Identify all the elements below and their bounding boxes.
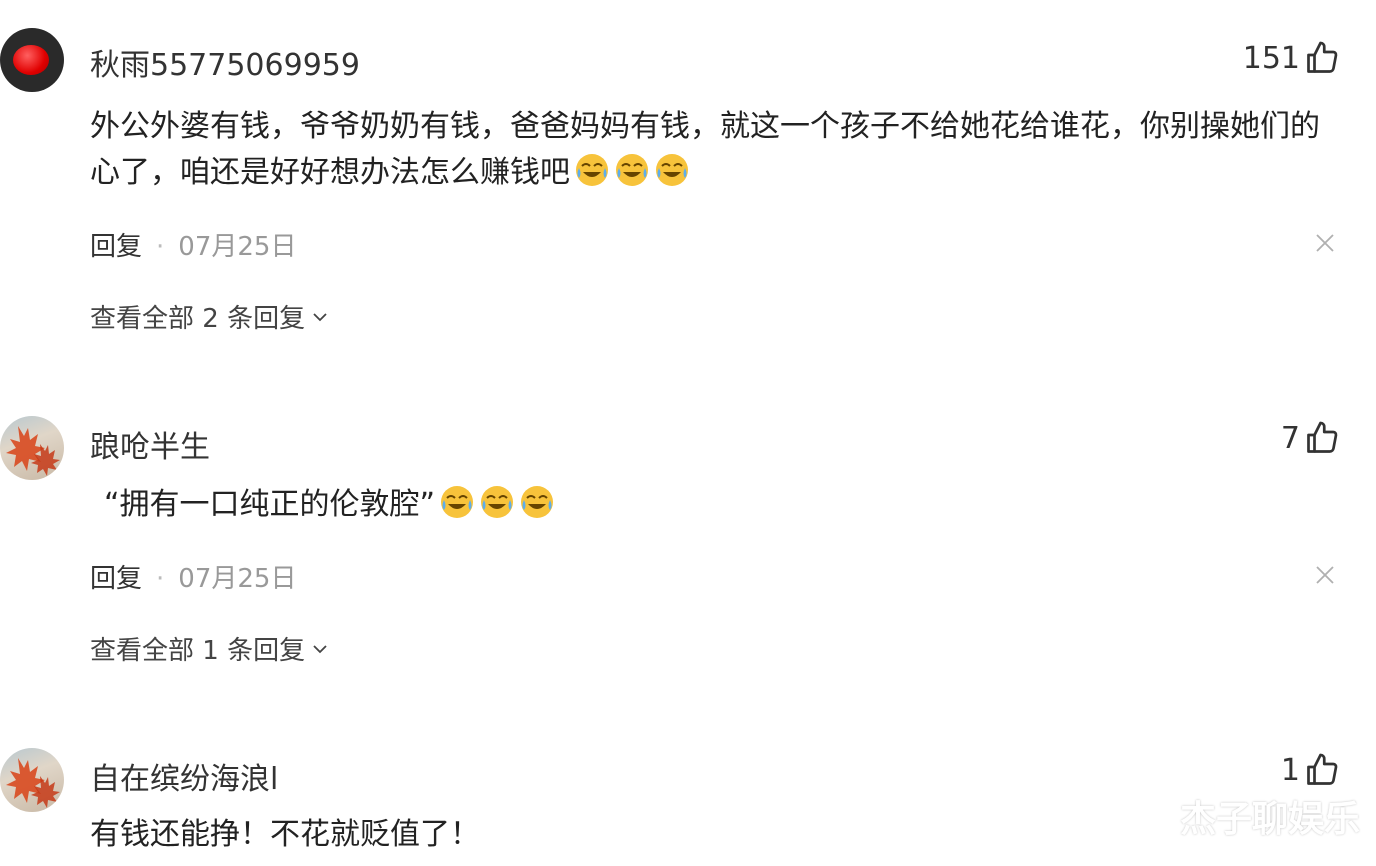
maple-leaf-icon	[6, 758, 60, 808]
view-all-replies-label: 查看全部 2 条回复	[90, 304, 306, 334]
comment-text: 外公外婆有钱，爷爷奶奶有钱，爸爸妈妈有钱，就这一个孩子不给她花给谁花，你别操她们…	[90, 104, 1340, 196]
chevron-down-icon	[313, 312, 327, 321]
crying-laughing-emoji-icon	[576, 154, 608, 186]
like-count: 7	[1280, 420, 1300, 456]
comment-text-content: “拥有一口纯正的伦敦腔”	[104, 487, 436, 522]
comment-date: 07月25日	[178, 564, 297, 594]
crying-laughing-emoji-icon	[616, 154, 648, 186]
comment-text: 有钱还能挣！不花就贬值了！	[90, 812, 1340, 858]
like-count: 1	[1280, 752, 1300, 788]
username[interactable]: 踉呛半生	[90, 422, 210, 466]
separator-dot: ·	[156, 564, 165, 594]
like-count: 151	[1242, 40, 1300, 76]
chevron-down-icon	[313, 644, 327, 653]
thumbs-up-icon	[1307, 753, 1338, 785]
crying-laughing-emoji-icon	[441, 486, 474, 518]
comment-meta: 回复 · 07月25日	[90, 558, 296, 595]
username[interactable]: 秋雨55775069959	[90, 40, 360, 84]
user-avatar[interactable]	[0, 416, 64, 480]
thumbs-up-icon	[1307, 41, 1338, 73]
watermark: 杰子聊娱乐	[1179, 799, 1360, 840]
comment-meta: 回复 · 07月25日	[90, 226, 296, 263]
reply-button[interactable]: 回复	[90, 564, 142, 594]
username[interactable]: 自在缤纷海浪l	[90, 754, 278, 798]
user-avatar[interactable]	[0, 28, 64, 92]
reply-button[interactable]: 回复	[90, 232, 142, 262]
crying-laughing-emoji-icon	[656, 154, 688, 186]
comment-date: 07月25日	[178, 232, 297, 262]
close-icon[interactable]	[1314, 232, 1336, 254]
view-all-replies-label: 查看全部 1 条回复	[90, 636, 306, 666]
thumbs-up-icon	[1307, 421, 1338, 453]
maple-leaf-icon	[6, 426, 60, 476]
like-button[interactable]: 151	[1243, 40, 1340, 76]
close-icon[interactable]	[1314, 564, 1336, 586]
crying-laughing-emoji-icon	[481, 486, 514, 518]
like-button[interactable]: 7	[1281, 420, 1340, 456]
user-avatar[interactable]	[0, 748, 64, 812]
view-all-replies-button[interactable]: 查看全部 1 条回复	[90, 630, 329, 667]
separator-dot: ·	[156, 232, 165, 262]
crying-laughing-emoji-icon	[521, 486, 554, 518]
view-all-replies-button[interactable]: 查看全部 2 条回复	[90, 298, 329, 335]
comment-text-content: 有钱还能挣！不花就贬值了！	[90, 817, 480, 852]
comment-text: “拥有一口纯正的伦敦腔”	[104, 482, 1354, 528]
like-button[interactable]: 1	[1281, 752, 1340, 788]
comment-text-content: 外公外婆有钱，爷爷奶奶有钱，爸爸妈妈有钱，就这一个孩子不给她花给谁花，你别操她们…	[90, 109, 1320, 190]
